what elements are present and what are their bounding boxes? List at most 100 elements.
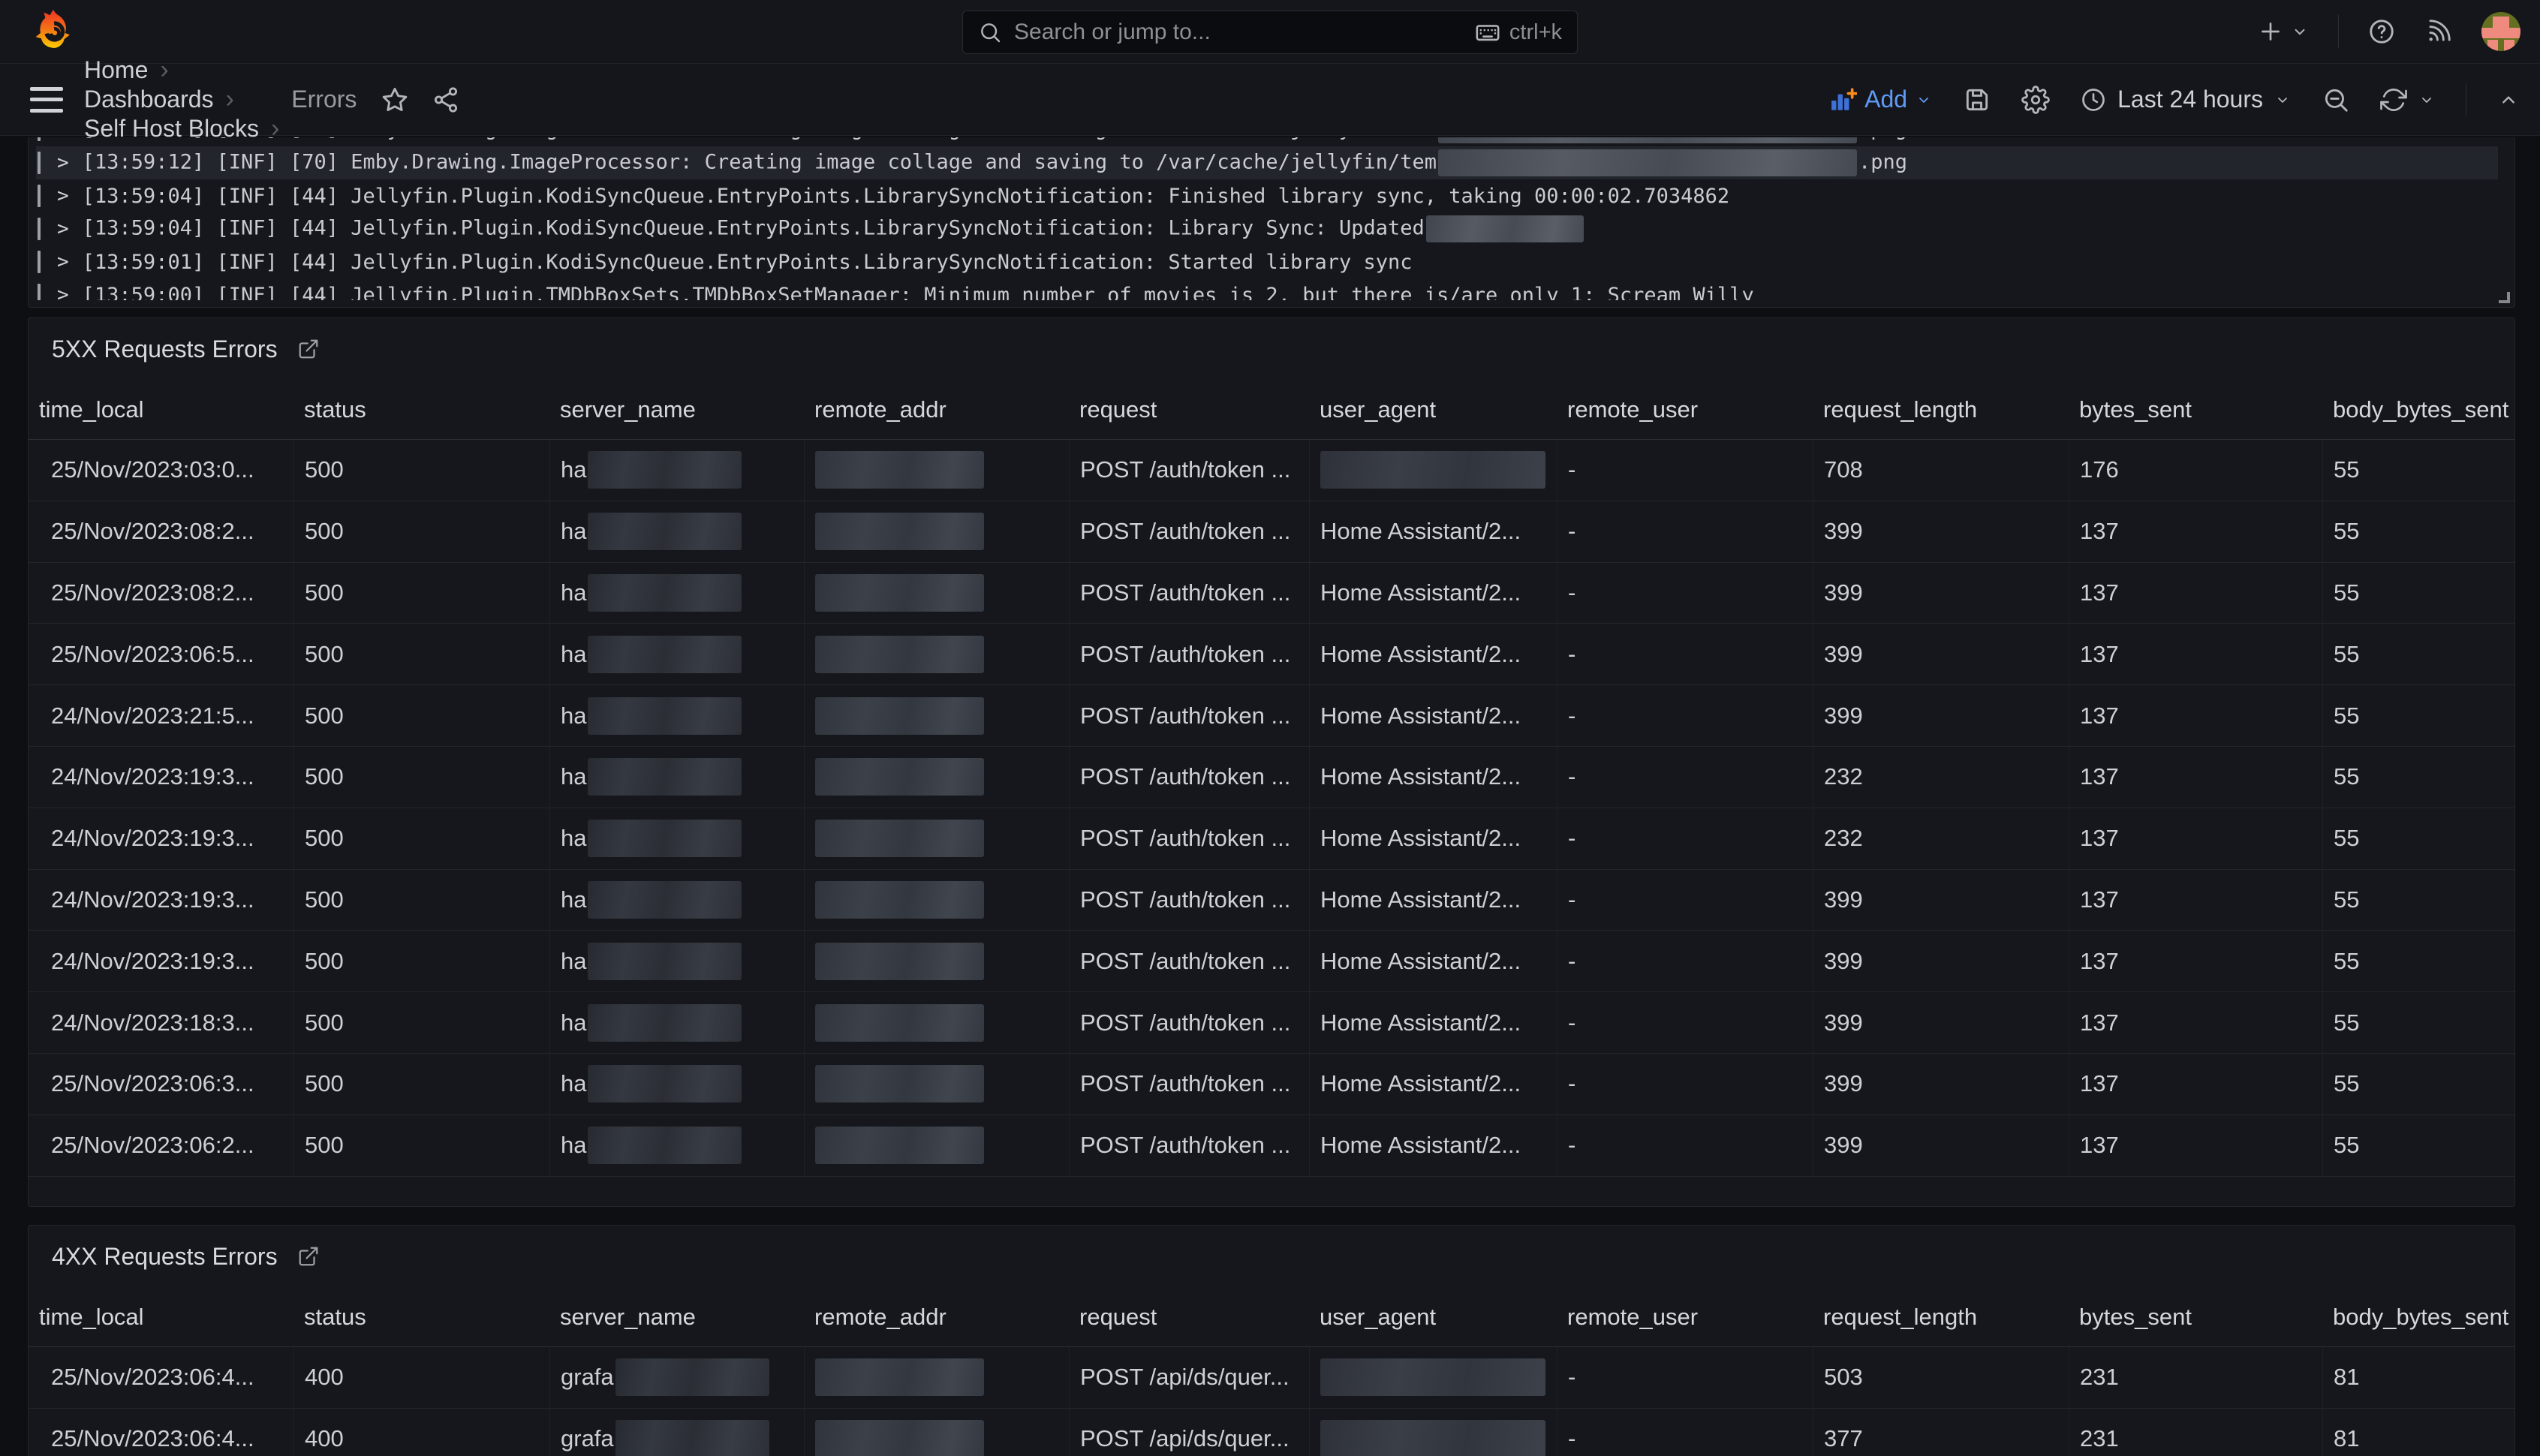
- column-header[interactable]: user_agent: [1309, 380, 1557, 439]
- log-row[interactable]: > [13:59:01] [INF] [44] Jellyfin.Plugin.…: [36, 245, 2498, 278]
- column-header[interactable]: remote_user: [1557, 380, 1813, 439]
- cell-status: 500: [293, 1054, 549, 1115]
- chevron-down-icon: [2418, 91, 2436, 109]
- expand-chevron-icon[interactable]: >: [57, 152, 69, 174]
- cell-remote-user: -: [1557, 440, 1813, 501]
- panel-title[interactable]: 5XX Requests Errors: [52, 335, 278, 363]
- new-button[interactable]: [2257, 18, 2310, 45]
- breadcrumb-link[interactable]: Home: [84, 56, 148, 84]
- time-range-label: Last 24 hours: [2117, 86, 2263, 113]
- table-row: 24/Nov/2023:19:3... 500 ha POST /auth/to…: [29, 931, 2514, 992]
- column-header[interactable]: remote_addr: [804, 380, 1069, 439]
- cell-time-local: 25/Nov/2023:08:2...: [29, 563, 293, 624]
- cell-bytes-sent: 137: [2069, 870, 2322, 931]
- column-header[interactable]: bytes_sent: [2069, 380, 2322, 439]
- log-row[interactable]: > [13:59:04] [INF] [44] Jellyfin.Plugin.…: [36, 212, 2498, 245]
- log-message: [13:59:04] [INF] [44] Jellyfin.Plugin.Ko…: [83, 215, 1585, 242]
- column-header[interactable]: time_local: [29, 1287, 293, 1346]
- breadcrumb-link[interactable]: Self Host Blocks: [84, 115, 259, 143]
- log-list[interactable]: > [13:59:14] [INF] [70] Emby.Drawing.Ima…: [29, 137, 2513, 300]
- expand-chevron-icon[interactable]: >: [57, 137, 69, 141]
- column-header[interactable]: time_local: [29, 380, 293, 439]
- expand-chevron-icon[interactable]: >: [57, 218, 69, 240]
- column-header[interactable]: remote_user: [1557, 1287, 1813, 1346]
- share-icon[interactable]: [432, 86, 460, 114]
- redacted-server-name: [588, 451, 742, 489]
- column-header[interactable]: body_bytes_sent: [2322, 1287, 2515, 1346]
- expand-chevron-icon[interactable]: >: [57, 185, 69, 207]
- log-row[interactable]: > [13:59:04] [INF] [44] Jellyfin.Plugin.…: [36, 179, 2498, 212]
- panel-title[interactable]: 4XX Requests Errors: [52, 1243, 278, 1271]
- panel-resize-handle[interactable]: [2499, 292, 2510, 303]
- time-range-picker[interactable]: Last 24 hours: [2080, 86, 2292, 113]
- log-message-suffix: .png: [1858, 137, 1907, 141]
- help-icon: [2367, 17, 2396, 46]
- breadcrumb-link[interactable]: Dashboards: [84, 86, 214, 113]
- cell-remote-addr: [804, 747, 1069, 808]
- gear-icon[interactable]: [2021, 86, 2050, 114]
- cell-server-name: ha: [549, 624, 804, 684]
- chevron-down-icon: [2274, 91, 2292, 109]
- cell-request: POST /auth/token ...: [1069, 1115, 1309, 1176]
- redacted-remote-addr: [815, 513, 984, 550]
- column-header[interactable]: remote_addr: [804, 1287, 1069, 1346]
- cell-request-length: 232: [1813, 808, 2069, 869]
- cell-request: POST /auth/token ...: [1069, 501, 1309, 562]
- cell-request-length: 399: [1813, 1054, 2069, 1115]
- log-row[interactable]: > [13:59:12] [INF] [70] Emby.Drawing.Ima…: [36, 146, 2498, 179]
- column-header[interactable]: status: [293, 380, 549, 439]
- cell-request-length: 399: [1813, 563, 2069, 624]
- column-header[interactable]: server_name: [549, 1287, 804, 1346]
- search-shortcut: ctrl+k: [1509, 20, 1562, 45]
- column-header[interactable]: bytes_sent: [2069, 1287, 2322, 1346]
- cell-request: POST /auth/token ...: [1069, 624, 1309, 684]
- external-link-icon[interactable]: [297, 338, 320, 360]
- column-header[interactable]: status: [293, 1287, 549, 1346]
- server-name-prefix: ha: [561, 518, 586, 545]
- column-header[interactable]: request_length: [1813, 1287, 2069, 1346]
- cell-request-length: 399: [1813, 685, 2069, 746]
- help-button[interactable]: [2367, 17, 2396, 46]
- cell-status: 500: [293, 931, 549, 991]
- refresh-picker[interactable]: [2380, 86, 2436, 113]
- log-row[interactable]: > [13:59:14] [INF] [70] Emby.Drawing.Ima…: [36, 137, 2498, 146]
- redacted-user-agent: [1320, 1358, 1545, 1396]
- table-row: 25/Nov/2023:08:2... 500 ha POST /auth/to…: [29, 563, 2514, 624]
- server-name-prefix: ha: [561, 763, 586, 790]
- cell-remote-addr: [804, 1347, 1069, 1408]
- redacted-server-name: [588, 1127, 742, 1164]
- zoom-out-icon[interactable]: [2322, 86, 2350, 114]
- search-bar[interactable]: ctrl+k: [962, 11, 1578, 54]
- redacted-log-segment: [1438, 137, 1857, 143]
- expand-chevron-icon[interactable]: >: [57, 284, 69, 300]
- add-button[interactable]: Add: [1830, 86, 1933, 113]
- column-header[interactable]: user_agent: [1309, 1287, 1557, 1346]
- column-header[interactable]: request: [1069, 1287, 1309, 1346]
- save-icon[interactable]: [1963, 86, 1991, 114]
- log-row[interactable]: > [13:59:00] [INF] [44] Jellyfin.Plugin.…: [36, 278, 2498, 300]
- cell-status: 500: [293, 870, 549, 931]
- star-icon[interactable]: [381, 86, 409, 114]
- expand-chevron-icon[interactable]: >: [57, 251, 69, 273]
- table-row: 24/Nov/2023:19:3... 500 ha POST /auth/to…: [29, 747, 2514, 808]
- cell-remote-addr: [804, 870, 1069, 931]
- column-header[interactable]: request_length: [1813, 380, 2069, 439]
- cell-status: 500: [293, 624, 549, 684]
- grafana-logo[interactable]: [33, 8, 77, 55]
- cell-user-agent: Home Assistant/2...: [1309, 808, 1557, 869]
- cell-status: 400: [293, 1409, 549, 1456]
- chevron-up-icon[interactable]: [2496, 88, 2520, 112]
- redacted-server-name: [615, 1420, 769, 1456]
- redacted-remote-addr: [815, 1420, 984, 1456]
- column-header[interactable]: body_bytes_sent: [2322, 380, 2515, 439]
- avatar[interactable]: [2481, 12, 2520, 51]
- cell-server-name: ha: [549, 931, 804, 991]
- news-button[interactable]: [2424, 17, 2453, 46]
- cell-user-agent: Home Assistant/2...: [1309, 1115, 1557, 1176]
- search-input[interactable]: [1014, 20, 1463, 45]
- log-message: [13:59:04] [INF] [44] Jellyfin.Plugin.Ko…: [83, 185, 1729, 208]
- menu-icon[interactable]: [30, 87, 63, 113]
- column-header[interactable]: server_name: [549, 380, 804, 439]
- column-header[interactable]: request: [1069, 380, 1309, 439]
- external-link-icon[interactable]: [297, 1245, 320, 1268]
